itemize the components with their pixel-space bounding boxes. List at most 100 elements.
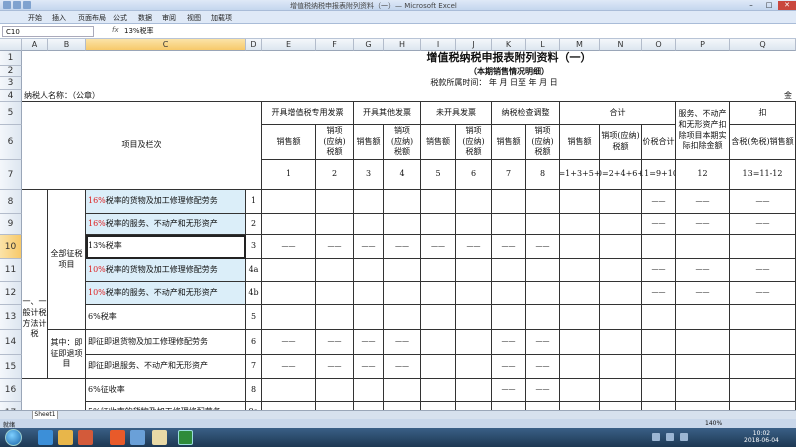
data-cell[interactable]: —— [262,235,316,259]
data-cell[interactable] [676,305,730,330]
data-cell[interactable] [492,259,526,282]
data-cell[interactable] [316,282,354,305]
column-number[interactable]: 6 [456,160,492,190]
sub-header[interactable]: 销售额 [492,125,526,160]
data-cell[interactable] [384,402,421,410]
data-cell[interactable]: —— [492,355,526,379]
data-cell[interactable] [354,259,384,282]
data-cell[interactable] [642,235,676,259]
column-header[interactable]: G [354,39,384,51]
data-cell[interactable] [492,190,526,214]
column-header[interactable]: O [642,39,676,51]
column-header[interactable]: F [316,39,354,51]
line-number[interactable]: 8 [246,379,262,402]
data-cell[interactable] [421,330,456,355]
row-header[interactable]: 7 [0,160,22,190]
sub-header[interactable]: 销项 (应纳) 税额 [384,125,421,160]
data-cell[interactable] [526,282,560,305]
data-cell[interactable] [421,259,456,282]
data-cell[interactable] [354,282,384,305]
group-header[interactable]: 扣 [730,102,796,125]
data-cell[interactable]: —— [316,235,354,259]
line-number[interactable]: 4b [246,282,262,305]
data-cell[interactable] [600,330,642,355]
ribbon-tab[interactable]: 视图 [187,13,201,23]
data-cell[interactable]: —— [456,235,492,259]
data-cell[interactable] [354,305,384,330]
data-cell[interactable] [354,379,384,402]
column-header[interactable]: J [456,39,492,51]
column-header[interactable]: E [262,39,316,51]
group-header[interactable]: 开具增值税专用发票 [262,102,354,125]
category-general[interactable]: 一、一般计税方法计税 [22,282,48,355]
column-number[interactable]: 13=11-12 [730,160,796,190]
line-number[interactable]: 7 [246,355,262,379]
data-cell[interactable] [600,214,642,235]
item-label[interactable]: 6%税率 [86,305,246,330]
sub-header[interactable]: 销项 (应纳) 税额 [526,125,560,160]
data-cell[interactable]: —— [642,214,676,235]
ribbon-tab[interactable]: 插入 [52,13,66,23]
data-cell[interactable] [316,259,354,282]
data-cell[interactable]: —— [526,379,560,402]
data-cell[interactable]: —— [262,330,316,355]
sub-header[interactable]: 销售额 [354,125,384,160]
row-header[interactable]: 3 [0,77,22,90]
group-header[interactable]: 合计 [560,102,676,125]
data-cell[interactable]: —— [730,259,796,282]
data-cell[interactable] [316,214,354,235]
item-label[interactable]: 10% 税率的货物及加工修理修配劳务 [86,259,246,282]
data-cell[interactable] [560,235,600,259]
start-button[interactable] [5,429,22,446]
data-cell[interactable] [600,190,642,214]
data-cell[interactable]: —— [730,282,796,305]
data-cell[interactable]: —— [492,330,526,355]
data-cell[interactable] [262,214,316,235]
category-instant-refund[interactable]: 其中：即征即退项目 [48,330,86,379]
data-cell[interactable]: —— [730,214,796,235]
data-cell[interactable] [600,282,642,305]
data-cell[interactable]: —— [526,235,560,259]
data-cell[interactable]: —— [384,355,421,379]
data-cell[interactable] [600,402,642,410]
line-number[interactable]: 4a [246,259,262,282]
folder-icon[interactable] [58,430,73,445]
sub-header[interactable]: 销项 (应纳) 税额 [456,125,492,160]
line-number[interactable]: 6 [246,330,262,355]
row-header[interactable]: 16 [0,379,22,402]
group-header[interactable]: 纳税检查调整 [492,102,560,125]
maximize-button[interactable]: □ [760,1,778,10]
save-icon[interactable] [13,1,21,9]
data-cell[interactable] [456,330,492,355]
data-cell[interactable] [676,402,730,410]
column-number[interactable]: 8 [526,160,560,190]
data-cell[interactable] [600,259,642,282]
minimize-button[interactable]: – [742,1,760,10]
data-cell[interactable]: —— [642,190,676,214]
data-cell[interactable] [384,305,421,330]
data-cell[interactable] [560,282,600,305]
row-header[interactable]: 8 [0,190,22,214]
data-cell[interactable] [421,305,456,330]
sogou-icon[interactable] [110,430,125,445]
sub-header[interactable]: 销项(应纳)税额 [600,125,642,160]
column-number[interactable]: 7 [492,160,526,190]
line-number[interactable]: 3 [246,235,262,259]
data-cell[interactable] [560,190,600,214]
formula-input[interactable]: 13%税率 [124,26,154,36]
item-header[interactable]: 项目及栏次 [22,102,262,190]
data-cell[interactable] [730,355,796,379]
sub-header[interactable]: 价税合计 [642,125,676,160]
data-cell[interactable] [600,355,642,379]
data-cell[interactable] [421,282,456,305]
notes-icon[interactable] [152,430,167,445]
sub-header[interactable]: 销售额 [560,125,600,160]
data-cell[interactable] [384,282,421,305]
row-header[interactable]: 10 [0,235,22,259]
ie-icon[interactable] [38,430,53,445]
column-header[interactable]: A [22,39,48,51]
data-cell[interactable] [600,379,642,402]
data-cell[interactable] [730,402,796,410]
quick-access-toolbar[interactable] [3,1,43,9]
data-cell[interactable]: —— [354,330,384,355]
